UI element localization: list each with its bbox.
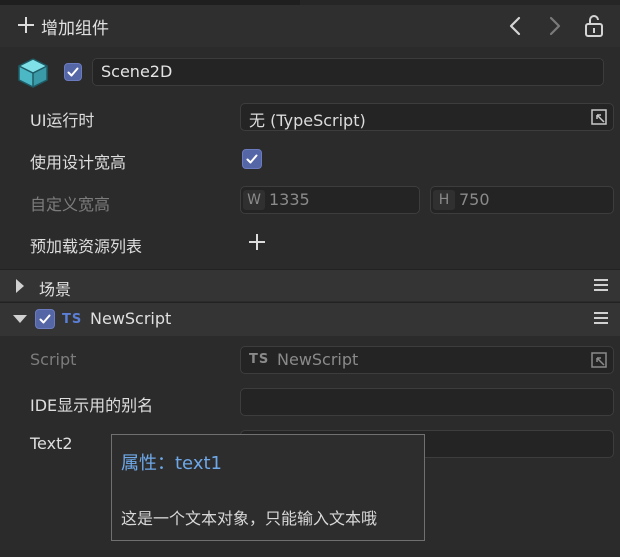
- script-component-title: NewScript: [90, 309, 172, 328]
- script-value: NewScript: [277, 350, 359, 369]
- add-component-button[interactable]: 增加组件: [41, 14, 109, 39]
- property-tooltip: 属性：text1 这是一个文本对象，只能输入文本哦: [111, 434, 425, 541]
- typescript-icon: TS: [249, 352, 270, 367]
- add-preload-item-icon[interactable]: [248, 233, 266, 251]
- scene-section-header[interactable]: 场景: [0, 269, 620, 301]
- use-design-size-checkbox[interactable]: [242, 149, 262, 169]
- width-value: 1335: [269, 190, 310, 209]
- chevron-left-icon: [509, 16, 521, 36]
- asset-picker-icon[interactable]: [591, 352, 607, 368]
- preload-list-label: 预加载资源列表: [30, 237, 143, 256]
- check-icon: [39, 314, 51, 324]
- scene-section-title: 场景: [39, 280, 72, 299]
- ide-alias-label: IDE显示用的别名: [30, 396, 154, 415]
- collapse-arrow-icon[interactable]: [13, 315, 27, 323]
- expand-arrow-icon[interactable]: [16, 279, 24, 293]
- node-name-field[interactable]: Scene2D: [92, 58, 604, 86]
- back-button[interactable]: [504, 14, 528, 38]
- height-prefix: H: [433, 190, 455, 210]
- chevron-right-icon: [549, 16, 561, 36]
- width-field[interactable]: W 1335: [240, 186, 420, 214]
- node-cube-icon: [16, 57, 50, 89]
- check-icon: [67, 67, 79, 77]
- width-prefix: W: [243, 190, 265, 210]
- height-value: 750: [459, 190, 490, 209]
- ide-alias-input[interactable]: [240, 388, 614, 416]
- check-icon: [246, 154, 258, 164]
- text2-label: Text2: [30, 434, 73, 453]
- inspector-header: 增加组件: [0, 5, 620, 47]
- tooltip-description: 这是一个文本对象，只能输入文本哦: [121, 509, 378, 528]
- ui-runtime-label: UI运行时: [30, 111, 95, 130]
- script-label: Script: [30, 350, 77, 369]
- script-enabled-checkbox[interactable]: [35, 309, 55, 329]
- forward-button[interactable]: [542, 14, 566, 38]
- ui-runtime-field[interactable]: 无 (TypeScript): [240, 103, 614, 131]
- node-name-value: Scene2D: [101, 62, 173, 81]
- script-component-header[interactable]: TS NewScript: [0, 302, 620, 336]
- component-inspector-panel: 增加组件 Scene2D UI运行时 无 (TypeScript) 使用设计宽高…: [0, 0, 620, 557]
- hamburger-menu-icon[interactable]: [594, 312, 608, 325]
- typescript-icon: TS: [62, 312, 83, 327]
- height-field[interactable]: H 750: [430, 186, 614, 214]
- lock-button[interactable]: [582, 14, 606, 38]
- plus-icon[interactable]: [16, 15, 36, 35]
- script-field[interactable]: TS NewScript: [240, 346, 614, 374]
- node-enabled-checkbox[interactable]: [64, 63, 82, 81]
- ui-runtime-value: 无 (TypeScript): [249, 111, 366, 130]
- custom-size-label: 自定义宽高: [30, 195, 111, 214]
- use-design-size-label: 使用设计宽高: [30, 153, 127, 172]
- tooltip-title: 属性：text1: [121, 453, 222, 474]
- hamburger-menu-icon[interactable]: [594, 279, 608, 292]
- asset-picker-icon[interactable]: [591, 109, 607, 125]
- unlock-icon: [585, 15, 603, 37]
